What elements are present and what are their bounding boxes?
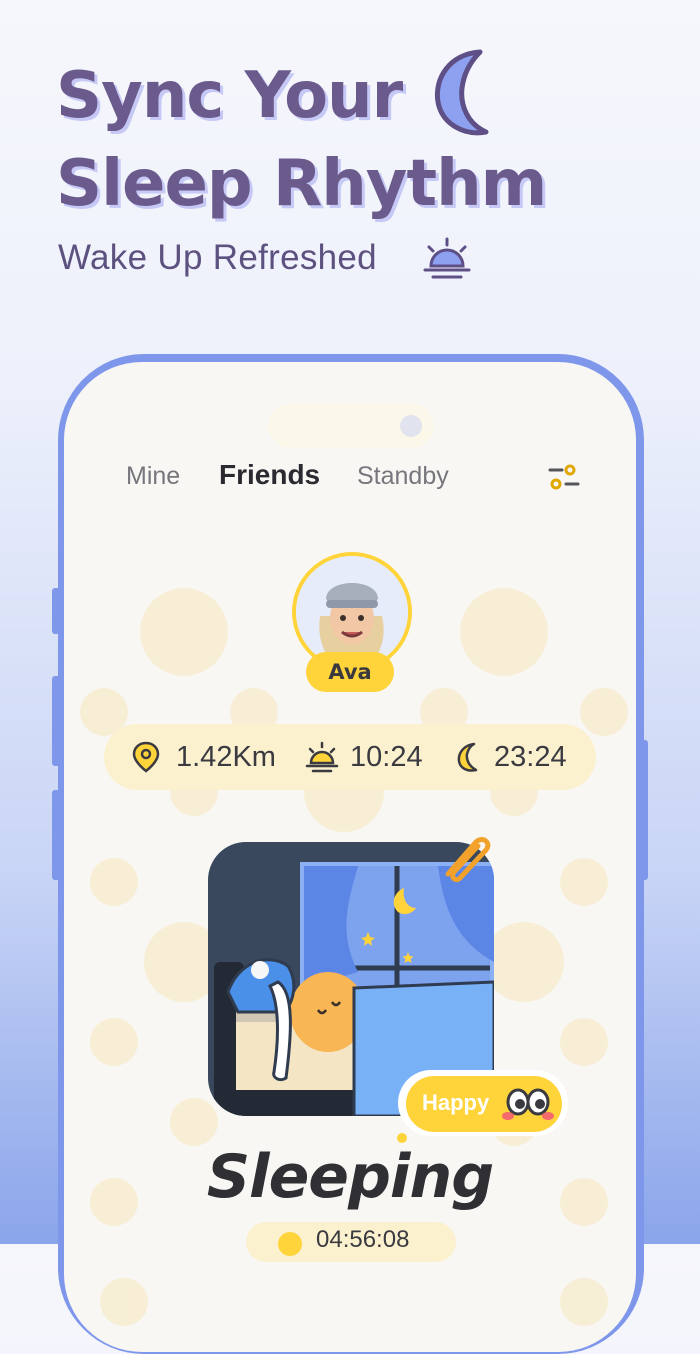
tab-friends-label: Friends bbox=[219, 459, 321, 490]
alarm-sunrise-icon bbox=[305, 741, 339, 773]
phone-power-button bbox=[640, 740, 648, 880]
phone-side-button bbox=[52, 588, 60, 634]
smiley-icon bbox=[502, 1088, 554, 1120]
paperclip-icon bbox=[445, 837, 491, 883]
sleep-timer-pill: 04:56:08 bbox=[246, 1222, 456, 1262]
timer-dot-icon bbox=[278, 1232, 302, 1256]
moon-small-icon bbox=[457, 742, 478, 772]
tab-friends[interactable]: Friends bbox=[219, 459, 321, 495]
sleep-time-stat: 23:24 bbox=[454, 724, 584, 790]
dynamic-island bbox=[268, 404, 434, 448]
camera-dot bbox=[400, 415, 422, 437]
location-pin-icon bbox=[132, 741, 160, 773]
wake-time-value: 10:24 bbox=[350, 741, 423, 773]
sleep-timer-value: 04:56:08 bbox=[316, 1226, 410, 1253]
app-screen: Mine Friends Standby Ava 1.42Km 10:24 23… bbox=[64, 362, 636, 1352]
mood-bubble: Happy bbox=[396, 1066, 570, 1146]
tab-bar: Mine Friends Standby bbox=[126, 459, 586, 502]
phone-side-button bbox=[52, 790, 60, 880]
sunrise-icon bbox=[423, 237, 471, 279]
moon-icon bbox=[434, 49, 489, 136]
phone-side-button bbox=[52, 676, 60, 766]
sleep-time-value: 23:24 bbox=[494, 741, 567, 773]
tab-mine[interactable]: Mine bbox=[126, 462, 180, 491]
mood-label: Happy bbox=[422, 1090, 490, 1115]
friend-name-badge: Ava bbox=[306, 652, 394, 692]
headline-line-2: Sleep Rhythm bbox=[56, 147, 547, 221]
wake-time-stat: 10:24 bbox=[304, 724, 434, 790]
sleep-status-title: Sleeping bbox=[206, 1142, 494, 1212]
distance-stat: 1.42Km bbox=[132, 724, 282, 790]
tab-standby[interactable]: Standby bbox=[357, 462, 449, 491]
distance-value: 1.42Km bbox=[176, 741, 276, 773]
promo-subheadline: Wake Up Refreshed bbox=[58, 238, 377, 277]
filter-icon[interactable] bbox=[548, 462, 580, 492]
friend-stats-bar: 1.42Km 10:24 23:24 bbox=[104, 724, 596, 790]
